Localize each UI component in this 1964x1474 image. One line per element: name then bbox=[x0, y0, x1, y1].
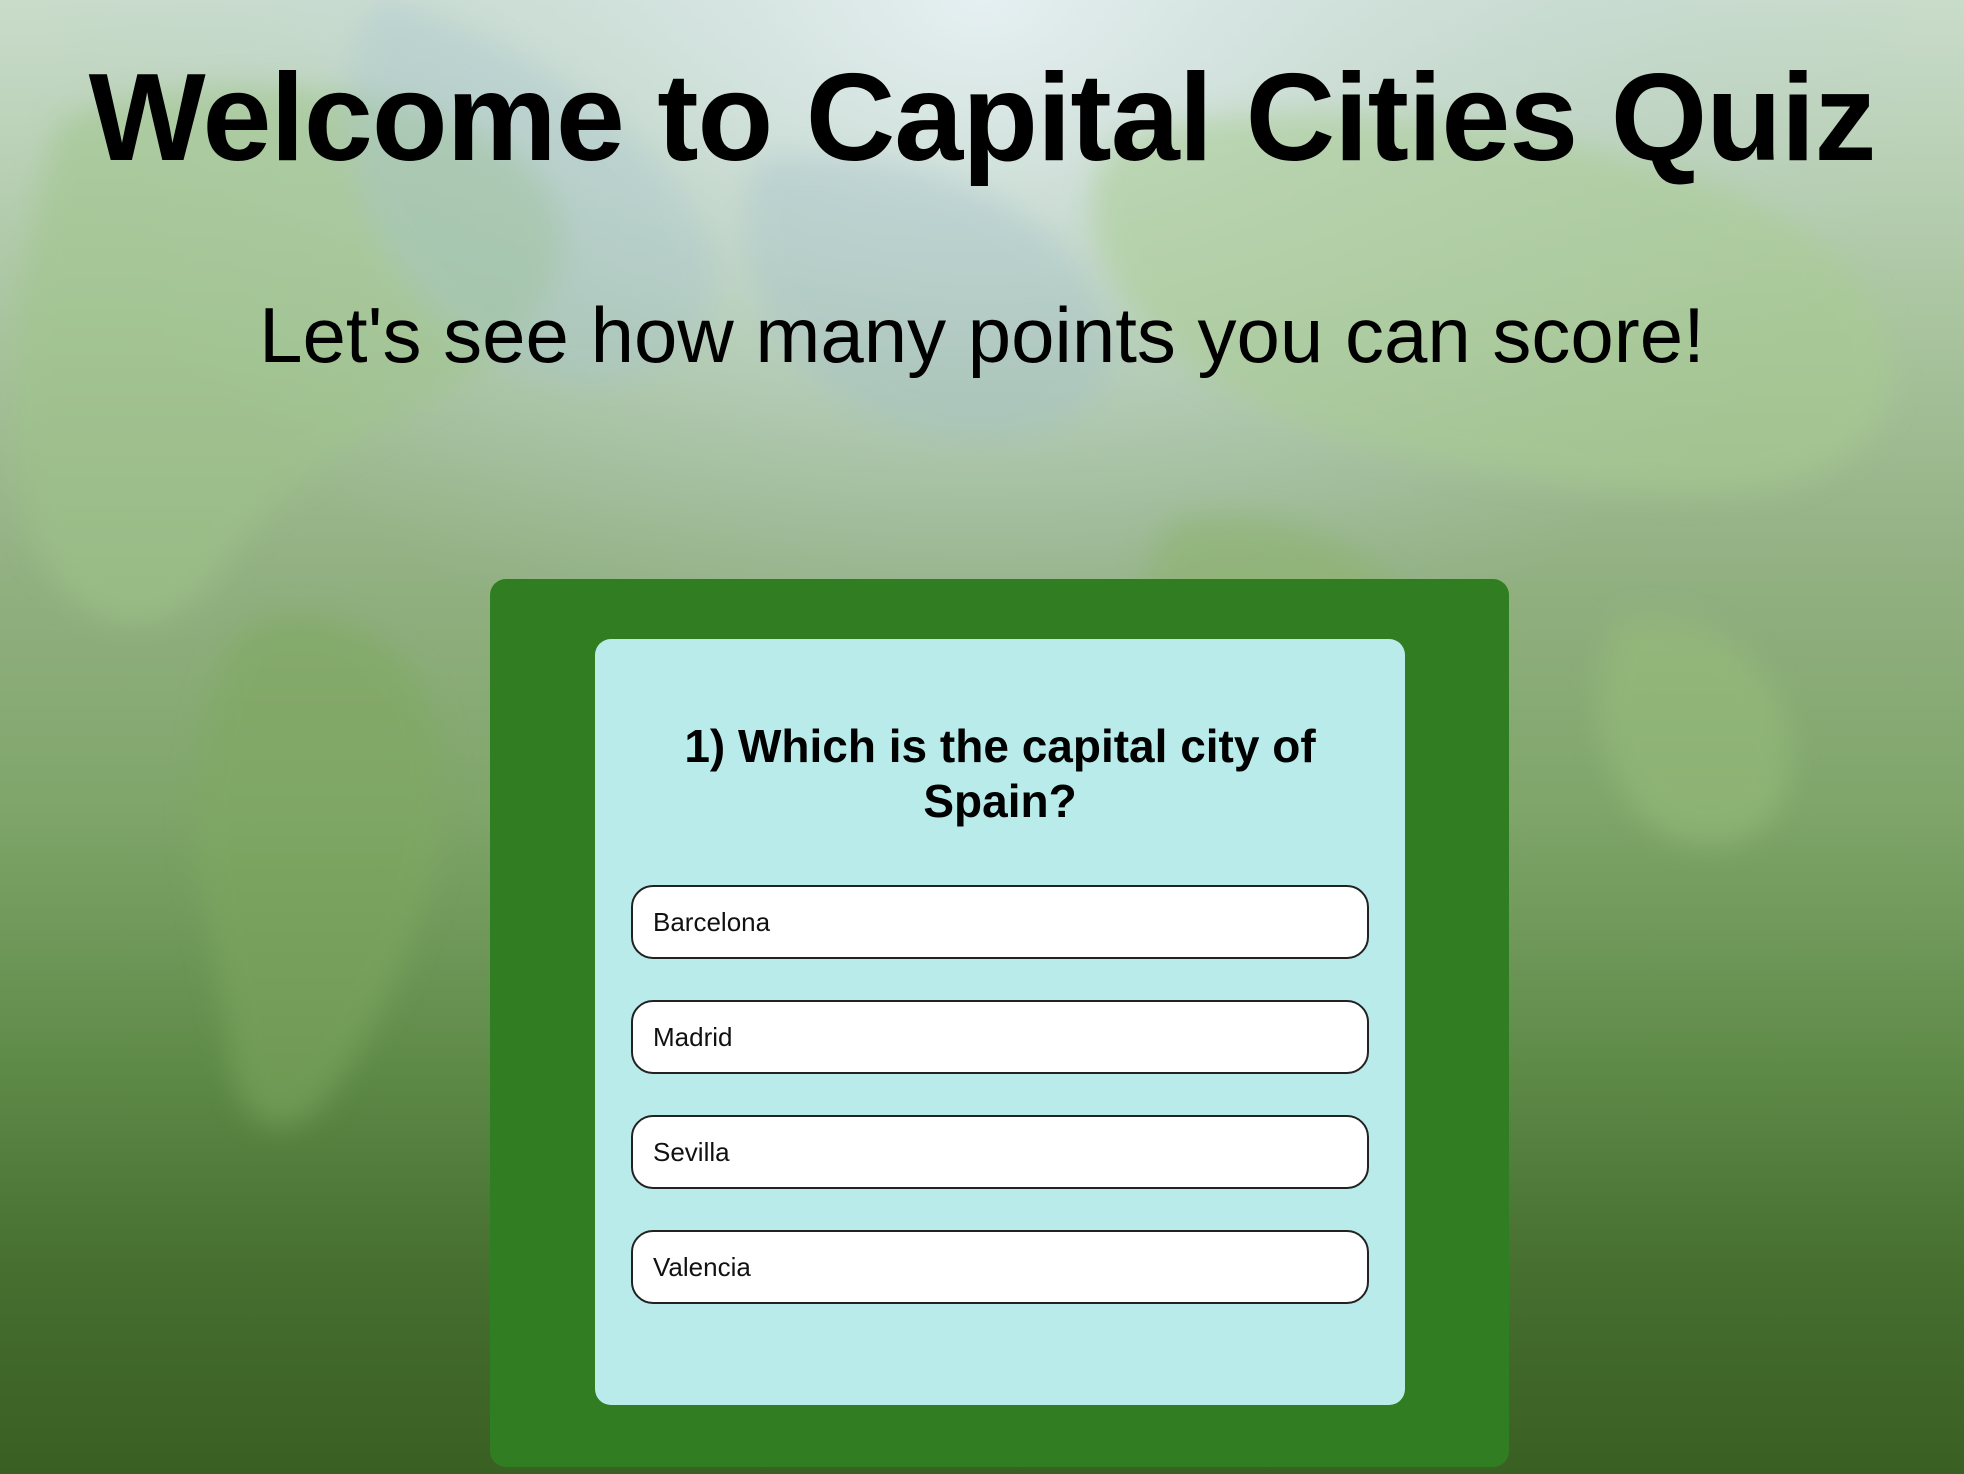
quiz-container: 1) Which is the capital city of Spain? B… bbox=[490, 579, 1509, 1467]
page: Welcome to Capital Cities Quiz Let's see… bbox=[0, 0, 1964, 1474]
answer-button-sevilla[interactable]: Sevilla bbox=[631, 1115, 1369, 1189]
answer-button-barcelona[interactable]: Barcelona bbox=[631, 885, 1369, 959]
question-card: 1) Which is the capital city of Spain? B… bbox=[595, 639, 1405, 1405]
page-subtitle: Let's see how many points you can score! bbox=[259, 291, 1705, 379]
question-text: 1) Which is the capital city of Spain? bbox=[684, 720, 1316, 827]
answer-button-valencia[interactable]: Valencia bbox=[631, 1230, 1369, 1304]
answer-list: Barcelona Madrid Sevilla Valencia bbox=[631, 885, 1369, 1345]
page-title: Welcome to Capital Cities Quiz bbox=[88, 49, 1877, 187]
answer-button-madrid[interactable]: Madrid bbox=[631, 1000, 1369, 1074]
